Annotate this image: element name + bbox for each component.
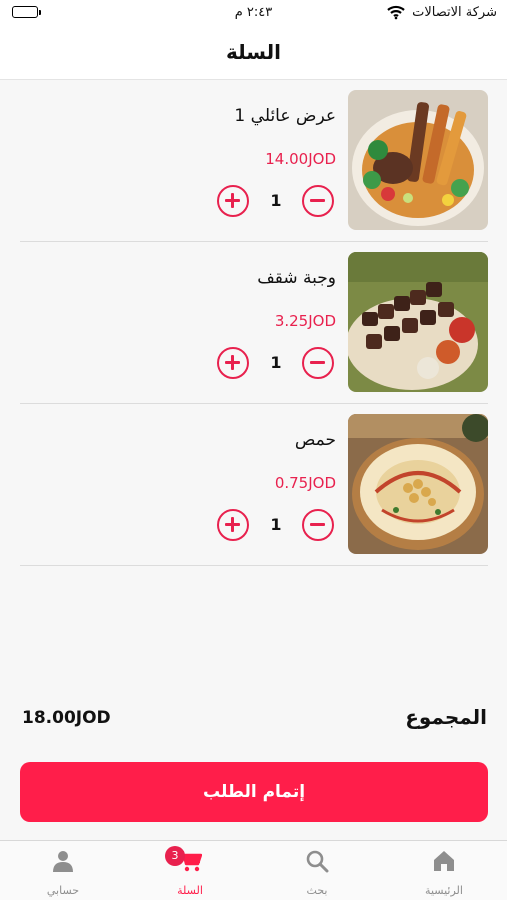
decrease-quantity-button[interactable] (302, 185, 334, 217)
tab-search[interactable]: بحث (254, 841, 380, 900)
bottom-tab-bar: الرئيسية بحث 3 السلة حسابي (0, 840, 507, 900)
status-time: ٢:٤٣ م (234, 5, 273, 20)
search-icon (305, 849, 329, 873)
decrease-quantity-button[interactable] (302, 347, 334, 379)
tab-home[interactable]: الرئيسية (381, 841, 507, 900)
tab-search-label: بحث (306, 884, 328, 897)
increase-quantity-button[interactable] (217, 185, 249, 217)
increase-quantity-button[interactable] (217, 509, 249, 541)
tab-account[interactable]: حسابي (0, 841, 126, 900)
user-icon (51, 849, 75, 873)
item-quantity: 1 (270, 515, 282, 534)
status-bar: شركة الاتصالات ٢:٤٣ م (0, 0, 507, 30)
cart-count-badge: 3 (165, 846, 185, 866)
tab-account-label: حسابي (46, 884, 80, 897)
tab-home-label: الرئيسية (425, 884, 463, 897)
total-label: المجموع (405, 705, 487, 729)
increase-quantity-button[interactable] (217, 347, 249, 379)
item-name: عرض عائلي 1 (234, 106, 336, 126)
cart-list: عرض عائلي 1 14.00JOD 1 وجبة شقف 3.25JOD … (20, 80, 488, 566)
cart-item: وجبة شقف 3.25JOD 1 (20, 242, 488, 404)
decrease-quantity-button[interactable] (302, 509, 334, 541)
shish-kebab-photo (348, 252, 488, 392)
checkout-button[interactable]: إتمام الطلب (20, 762, 488, 822)
wifi-icon (387, 4, 405, 20)
item-price: 0.75JOD (274, 474, 336, 492)
item-price: 14.00JOD (265, 150, 336, 168)
battery-icon (12, 6, 41, 18)
item-name: وجبة شقف (257, 268, 336, 288)
hummus-bowl-photo (348, 414, 488, 554)
total-amount: 18.00JOD (22, 708, 111, 728)
page-header: السلة (0, 30, 507, 80)
carrier-name: شركة الاتصالات (412, 5, 497, 20)
item-price: 3.25JOD (274, 312, 336, 330)
cart-item: حمص 0.75JOD 1 (20, 404, 488, 566)
page-title: السلة (225, 40, 281, 64)
tab-cart-label: السلة (177, 884, 203, 897)
item-quantity: 1 (270, 353, 282, 372)
tab-cart[interactable]: 3 السلة (127, 841, 253, 900)
home-icon (432, 849, 456, 873)
mixed-grill-platter-photo (348, 90, 488, 230)
item-name: حمص (294, 430, 336, 450)
cart-item: عرض عائلي 1 14.00JOD 1 (20, 80, 488, 242)
item-quantity: 1 (270, 191, 282, 210)
order-total: المجموع 18.00JOD (22, 705, 487, 735)
